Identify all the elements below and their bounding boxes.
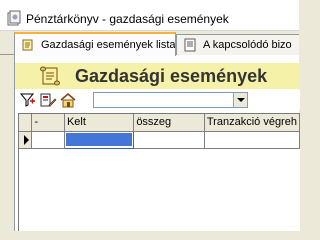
tab-strip: Gazdasági események lista A kapcsolódó b… bbox=[0, 31, 299, 56]
cell-osszeg[interactable] bbox=[133, 131, 205, 149]
column-header-kelt[interactable]: Kelt bbox=[64, 114, 135, 132]
title-bar: Pénztárkönyv - gazdasági események bbox=[0, 0, 299, 31]
cell-tranzakcio[interactable] bbox=[204, 131, 301, 149]
app-icon bbox=[7, 10, 21, 26]
tab-label: Gazdasági események lista bbox=[41, 39, 176, 51]
row-indicator[interactable] bbox=[19, 131, 33, 149]
current-row-arrow-icon bbox=[24, 134, 29, 145]
cell-dash[interactable] bbox=[31, 131, 65, 149]
tab-kapcsolodo-bizonylatok[interactable]: A kapcsolódó bizo bbox=[176, 34, 299, 55]
chevron-down-icon[interactable] bbox=[233, 93, 247, 107]
row-indicator-header bbox=[19, 114, 33, 132]
filter-icon[interactable] bbox=[19, 92, 37, 108]
column-header-osszeg[interactable]: összeg bbox=[133, 114, 205, 132]
toolbar bbox=[15, 90, 300, 110]
scroll-icon bbox=[22, 39, 33, 51]
column-header-tranzakcio[interactable]: Tranzakció végreh bbox=[204, 114, 301, 132]
filter-select[interactable] bbox=[93, 92, 248, 108]
page-title: Gazdasági események bbox=[75, 66, 268, 86]
cell-kelt[interactable] bbox=[63, 130, 135, 149]
tab-panel: Gazdasági események - Kelt összeg Tranza… bbox=[14, 55, 301, 231]
cell-kelt-selection bbox=[65, 133, 133, 146]
table-row[interactable] bbox=[19, 130, 301, 149]
app-window: Pénztárkönyv - gazdasági események Gazda… bbox=[0, 0, 301, 231]
edit-document-icon[interactable] bbox=[39, 92, 57, 108]
tab-gazdasagi-esemenyek-lista[interactable]: Gazdasági események lista bbox=[14, 32, 176, 56]
home-icon[interactable] bbox=[59, 92, 77, 108]
section-header: Gazdasági események bbox=[15, 63, 300, 89]
document-icon bbox=[184, 38, 196, 52]
grid-header-row: - Kelt összeg Tranzakció végreh bbox=[19, 114, 301, 132]
scroll-icon bbox=[40, 66, 60, 86]
column-header-dash[interactable]: - bbox=[31, 114, 65, 132]
events-grid: - Kelt összeg Tranzakció végreh bbox=[18, 113, 301, 231]
window-title: Pénztárkönyv - gazdasági események bbox=[26, 12, 229, 26]
tab-label: A kapcsolódó bizo bbox=[203, 39, 292, 51]
